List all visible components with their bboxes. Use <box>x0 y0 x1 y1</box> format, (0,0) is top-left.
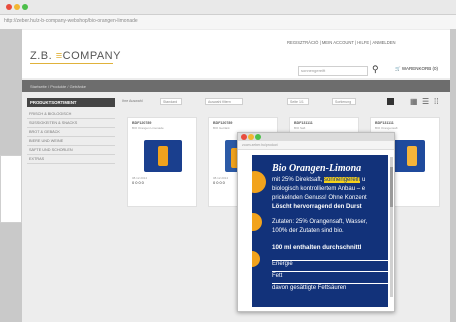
ingredients-line: 100% der Zutaten sind bio. <box>272 228 344 234</box>
product-code: BDF120789 <box>213 121 233 125</box>
popup-address-bar[interactable]: zoom.zeber.hu/product <box>238 141 394 150</box>
label-title: Bio Orangen-Limona <box>272 163 362 174</box>
popup-titlebar <box>238 133 394 141</box>
nutrition-divider <box>272 263 388 272</box>
list-view-icon[interactable]: ☰ <box>422 97 429 106</box>
sidebar-item[interactable]: BROT & GEBÄCK <box>27 128 115 137</box>
sort-select[interactable]: Standard <box>160 98 182 105</box>
orange-fruit-icon <box>252 213 262 231</box>
maximize-window-button[interactable] <box>22 4 28 10</box>
highlighted-search-term: sonnengereift <box>324 177 361 183</box>
logo-bar-icon: ≡ <box>55 50 63 62</box>
label-line: mit 25% Direktsaft, sonnengereift u <box>272 177 365 183</box>
product-code: BDF131111 <box>375 121 394 125</box>
cart-button[interactable]: 🛒 WARENKORB (0) <box>395 66 438 72</box>
product-subtitle: BIO Getränk <box>213 126 230 130</box>
order-direction-button[interactable] <box>387 98 394 105</box>
label-line: Löscht hervorragend den Durst <box>272 204 362 210</box>
compact-view-icon[interactable]: ⁞⁞ <box>434 97 438 106</box>
nutrition-title: 100 ml enthalten durchschnittl <box>272 244 362 251</box>
sidebar-item[interactable]: FRISCH & BIOLOGISCH <box>27 110 115 119</box>
orange-fruit-icon <box>252 171 266 193</box>
nutrition-divider <box>272 275 388 284</box>
sidebar-item[interactable]: BIERE UND WEINE <box>27 137 115 146</box>
orange-fruit-icon <box>252 251 260 267</box>
company-logo[interactable]: Z.B. ≡COMPANY <box>30 50 121 62</box>
product-subtitle: BIO Orangen Limonade <box>132 126 164 130</box>
popup-close-button[interactable] <box>241 134 247 140</box>
close-window-button[interactable] <box>6 4 12 10</box>
popup-minimize-button[interactable] <box>248 134 254 140</box>
zoom-popup-window[interactable]: zoom.zeber.hu/product Bio Orangen-Limona… <box>237 132 395 312</box>
product-image <box>144 140 182 172</box>
top-navigation[interactable]: REGISZTRÁCIÓ | MEIN ACCOUNT | HILFE | AN… <box>287 40 396 45</box>
label-line: biologisch kontrolliertem Anbau – e <box>272 186 366 192</box>
sidebar-item[interactable]: SÄFTE UND SCHORLEN <box>27 146 115 155</box>
product-card[interactable]: BDF120789 BIO Orangen Limonade 08.12.201… <box>127 117 197 207</box>
sidebar-category-list: FRISCH & BIOLOGISCH SÜSSIGKEITEN & SNACK… <box>27 110 115 164</box>
scrollbar-thumb[interactable] <box>390 167 393 207</box>
minimize-window-button[interactable] <box>14 4 20 10</box>
label-text: u <box>360 177 366 183</box>
breadcrumb[interactable]: Startseite / Produkte / Getränke <box>30 84 86 89</box>
popup-scrollbar[interactable] <box>390 157 393 297</box>
product-subtitle: BIO Orangensaft <box>375 126 398 130</box>
browser-titlebar <box>0 0 456 15</box>
sidebar-item[interactable]: SÜSSIGKEITEN & SNACKS <box>27 119 115 128</box>
popup-maximize-button[interactable] <box>255 134 261 140</box>
ingredients-line: Zutaten: 25% Orangensaft, Wasser, <box>272 219 368 225</box>
bottle-icon <box>158 146 168 166</box>
label-line: prickelnden Genuss! Ohne Konzent <box>272 195 367 201</box>
cart-icon: 🛒 <box>395 66 401 71</box>
logo-mark: Z.B. <box>30 50 53 62</box>
logo-text: COMPANY <box>62 50 121 62</box>
logo-underline <box>30 63 113 64</box>
nutrition-divider <box>272 252 388 261</box>
sidebar-item[interactable]: EXTRAS <box>27 155 115 164</box>
filter-select[interactable]: Auswahl filtern <box>205 98 243 105</box>
nutrition-row: davon gesättigte Fettsäuren <box>272 285 347 291</box>
zoomed-product-label: Bio Orangen-Limona mit 25% Direktsaft, s… <box>252 155 388 307</box>
label-text: mit 25% Direktsaft, <box>272 177 325 183</box>
order-select[interactable]: Sortierung <box>332 98 356 105</box>
product-code: BDF120789 <box>132 121 152 125</box>
cart-label: WARENKORB (0) <box>401 66 438 71</box>
filter-toolbar: Ihre Auswahl Standard Auswahl filtern Se… <box>122 97 447 107</box>
bottle-icon <box>407 146 417 166</box>
search-icon[interactable]: ⚲ <box>372 64 379 75</box>
address-url: http://zeber.hu/z-b-company-webshop/bio-… <box>4 18 138 24</box>
product-subtitle: BIO Saft <box>294 126 306 130</box>
grid-view-icon[interactable]: ▦ <box>410 97 418 106</box>
page-select[interactable]: Seite 1/1 <box>287 98 309 105</box>
quantity-selector[interactable]: 0000 <box>213 180 226 185</box>
quantity-selector[interactable]: 0000 <box>132 180 145 185</box>
breadcrumb-bar <box>22 80 450 92</box>
search-input[interactable]: sonnengereift <box>298 66 368 76</box>
product-code: BDF131111 <box>294 121 313 125</box>
filter-label: Ihre Auswahl <box>122 99 143 103</box>
side-panel-edge <box>0 155 22 223</box>
sidebar-title: PRODUKTSORTIMENT <box>27 98 115 107</box>
address-bar[interactable]: http://zeber.hu/z-b-company-webshop/bio-… <box>0 15 456 30</box>
